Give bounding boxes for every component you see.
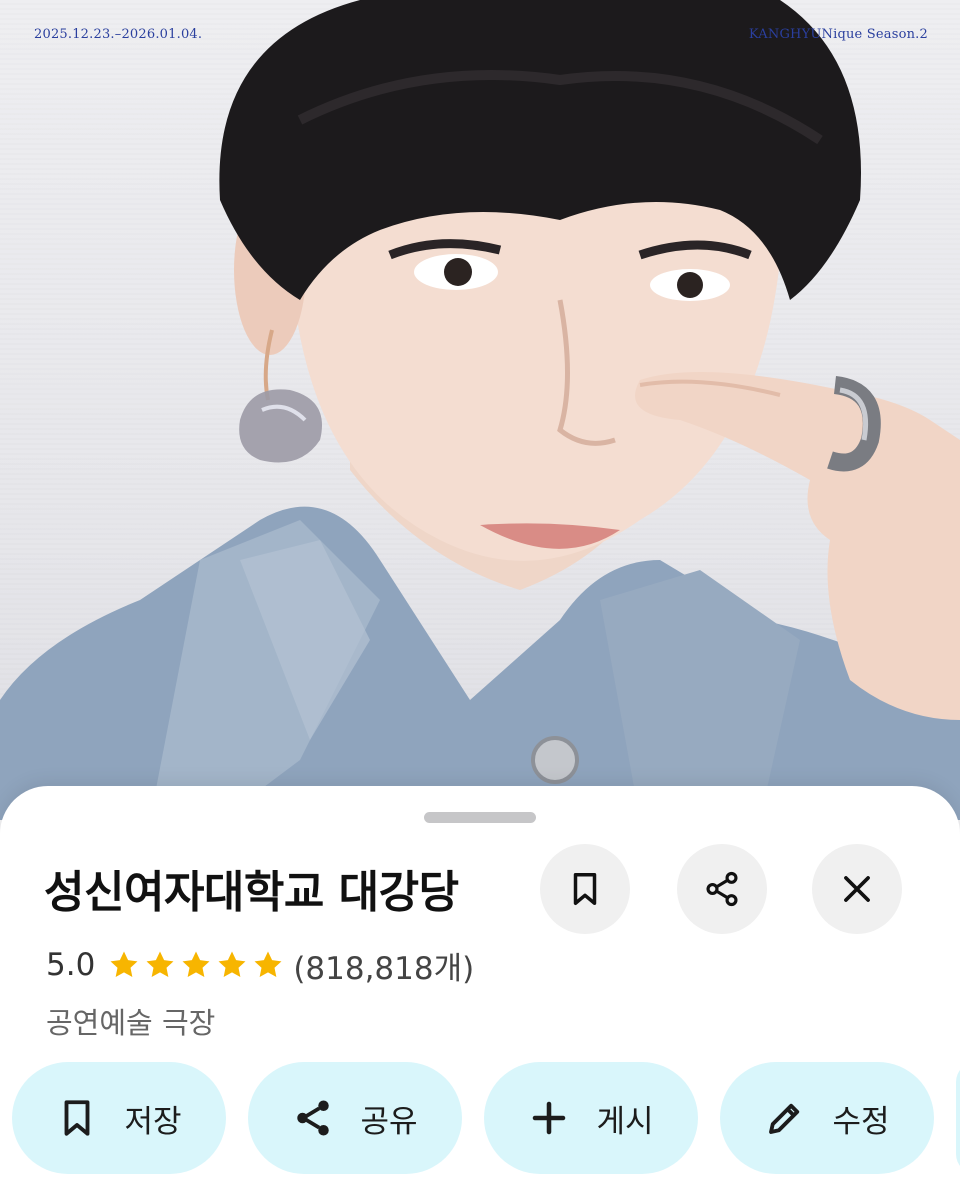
place-title: 성신여자대학교 대강당 [44, 867, 459, 918]
close-icon [844, 876, 870, 902]
bookmark-icon [573, 873, 597, 905]
profile-photo: 2025.12.23.–2026.01.04. KANGHYUNique Sea… [0, 0, 960, 820]
plus-icon [533, 1101, 566, 1135]
star-icon [110, 951, 138, 978]
edit-label: 수정 [832, 1103, 890, 1140]
close-button[interactable] [812, 844, 902, 934]
place-bottom-sheet: 성신여자대학교 대강당 5.0 (818,818개) 공연예술 극장 저장 공유… [0, 786, 960, 1200]
date-range-text: 2025.12.23.–2026.01.04. [34, 27, 203, 42]
share-icon [706, 871, 738, 907]
series-title-text: KANGHYUNique Season.2 [748, 27, 928, 42]
more-actions-peek[interactable] [956, 1062, 960, 1174]
rating-row: 5.0 (818,818개) [46, 943, 474, 988]
share-action-button[interactable]: 공유 [248, 1062, 462, 1174]
star-icon [182, 951, 210, 978]
edit-button[interactable]: 수정 [720, 1062, 934, 1174]
review-count[interactable]: (818,818개) [293, 943, 474, 988]
sheet-drag-handle[interactable] [424, 812, 536, 823]
pencil-icon [769, 1103, 800, 1134]
rating-value: 5.0 [46, 947, 96, 983]
share-label: 공유 [360, 1103, 418, 1140]
post-label: 게시 [596, 1103, 654, 1140]
bookmark-icon [65, 1100, 90, 1136]
star-icon [218, 951, 246, 978]
star-rating [107, 948, 285, 982]
share-icon [297, 1100, 330, 1136]
star-icon [254, 951, 282, 978]
save-button[interactable]: 저장 [12, 1062, 226, 1174]
share-button[interactable] [677, 844, 767, 934]
place-category: 공연예술 극장 [46, 1006, 216, 1040]
person-illustration [0, 0, 960, 820]
post-button[interactable]: 게시 [484, 1062, 698, 1174]
bookmark-button[interactable] [540, 844, 630, 934]
star-icon [146, 951, 174, 978]
save-label: 저장 [124, 1103, 182, 1140]
